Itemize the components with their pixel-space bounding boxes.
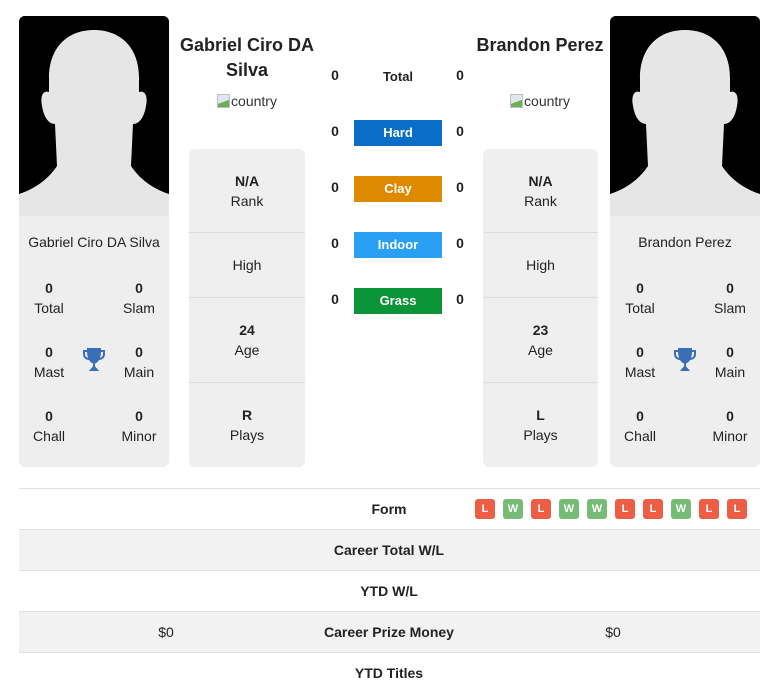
h2h-total-label: Total	[382, 69, 414, 84]
form-result-badge[interactable]: W	[587, 499, 607, 519]
player1-prize-money: $0	[158, 624, 174, 640]
player1-plays: R Plays	[229, 407, 265, 443]
surface-hard-badge[interactable]: Hard	[354, 120, 442, 146]
row-ytd-titles: YTD Titles	[19, 652, 760, 693]
form-result-badge[interactable]: L	[615, 499, 635, 519]
player1-photo	[19, 16, 169, 216]
player1-titles-minor: 0 Minor	[121, 408, 157, 444]
form-result-badge[interactable]: W	[503, 499, 523, 519]
player2-card: Brandon Perez 0 Total 0 Slam 0 Mast 0 Ma…	[610, 16, 760, 467]
prize-money-label: Career Prize Money	[324, 624, 454, 640]
row-career-total-wl: Career Total W/L	[19, 529, 760, 570]
row-career-prize-money: $0 Career Prize Money $0	[19, 611, 760, 652]
h2h-grass-p2: 0	[456, 291, 464, 307]
form-label: Form	[371, 501, 407, 517]
player1-age: 24 Age	[189, 298, 305, 383]
player2-titles-minor: 0 Minor	[712, 408, 748, 444]
form-result-badge[interactable]: W	[559, 499, 579, 519]
player2-titles-mast: 0 Mast	[624, 344, 656, 380]
form-result-badge[interactable]: L	[531, 499, 551, 519]
player2-titles-main: 0 Main	[714, 344, 746, 380]
row-ytd-wl: YTD W/L	[19, 570, 760, 611]
h2h-hard-p1: 0	[331, 123, 339, 139]
player1-high: High	[189, 233, 305, 298]
player1-titles-slam: 0 Slam	[123, 280, 155, 316]
trophy-icon	[674, 348, 696, 371]
row-form: Form L W L W W L L W L L	[19, 488, 760, 529]
player2-form-badges: L W L W W L L W L L	[475, 499, 747, 519]
avatar-silhouette-icon	[19, 16, 169, 216]
player2-photo	[610, 16, 760, 216]
h2h-total-p1: 0	[331, 67, 339, 83]
form-result-badge[interactable]: L	[475, 499, 495, 519]
player2-titles-chall: 0 Chall	[624, 408, 656, 444]
player2-high: High	[483, 233, 598, 298]
player2-country-flag: country	[465, 93, 615, 109]
player1-country-flag: country	[172, 93, 322, 109]
form-result-badge[interactable]: W	[671, 499, 691, 519]
broken-image-icon	[217, 94, 231, 108]
player2-age: 23 Age	[483, 298, 598, 383]
avatar-silhouette-icon	[610, 16, 760, 216]
h2h-clay-p1: 0	[331, 179, 339, 195]
player2-card-name: Brandon Perez	[638, 234, 732, 250]
form-result-badge[interactable]: L	[699, 499, 719, 519]
player2-titles-slam: 0 Slam	[714, 280, 746, 316]
player1-titles-total: 0 Total	[34, 280, 64, 316]
form-result-badge[interactable]: L	[727, 499, 747, 519]
player2-info-panel: N/A Rank High 23 Age L Plays	[483, 149, 598, 467]
player1-titles-mast: 0 Mast	[33, 344, 65, 380]
h2h-clay-p2: 0	[456, 179, 464, 195]
player2-prize-money: $0	[605, 624, 621, 640]
player1-info-panel: N/A Rank High 24 Age R Plays	[189, 149, 305, 467]
h2h-total-p2: 0	[456, 67, 464, 83]
player2-rank: N/A Rank	[483, 149, 598, 233]
surface-grass-badge[interactable]: Grass	[354, 288, 442, 314]
h2h-hard-p2: 0	[456, 123, 464, 139]
player1-titles-main: 0 Main	[123, 344, 155, 380]
player1-card-name: Gabriel Ciro DA Silva	[28, 234, 160, 250]
career-wl-label: Career Total W/L	[333, 542, 445, 558]
ytd-titles-label: YTD Titles	[354, 665, 424, 681]
broken-image-icon	[510, 94, 524, 108]
player1-name[interactable]: Gabriel Ciro DA Silva	[172, 33, 322, 83]
ytd-wl-label: YTD W/L	[360, 583, 418, 599]
player2-plays: L Plays	[523, 407, 558, 443]
trophy-icon	[83, 348, 105, 371]
h2h-indoor-p2: 0	[456, 235, 464, 251]
player1-titles-chall: 0 Chall	[33, 408, 65, 444]
player2-titles-total: 0 Total	[625, 280, 655, 316]
h2h-grass-p1: 0	[331, 291, 339, 307]
surface-indoor-badge[interactable]: Indoor	[354, 232, 442, 258]
player2-name[interactable]: Brandon Perez	[465, 33, 615, 58]
surface-clay-badge[interactable]: Clay	[354, 176, 442, 202]
form-result-badge[interactable]: L	[643, 499, 663, 519]
player1-rank: N/A Rank	[189, 149, 305, 233]
h2h-indoor-p1: 0	[331, 235, 339, 251]
player1-card: Gabriel Ciro DA Silva 0 Total 0 Slam 0 M…	[19, 16, 169, 467]
